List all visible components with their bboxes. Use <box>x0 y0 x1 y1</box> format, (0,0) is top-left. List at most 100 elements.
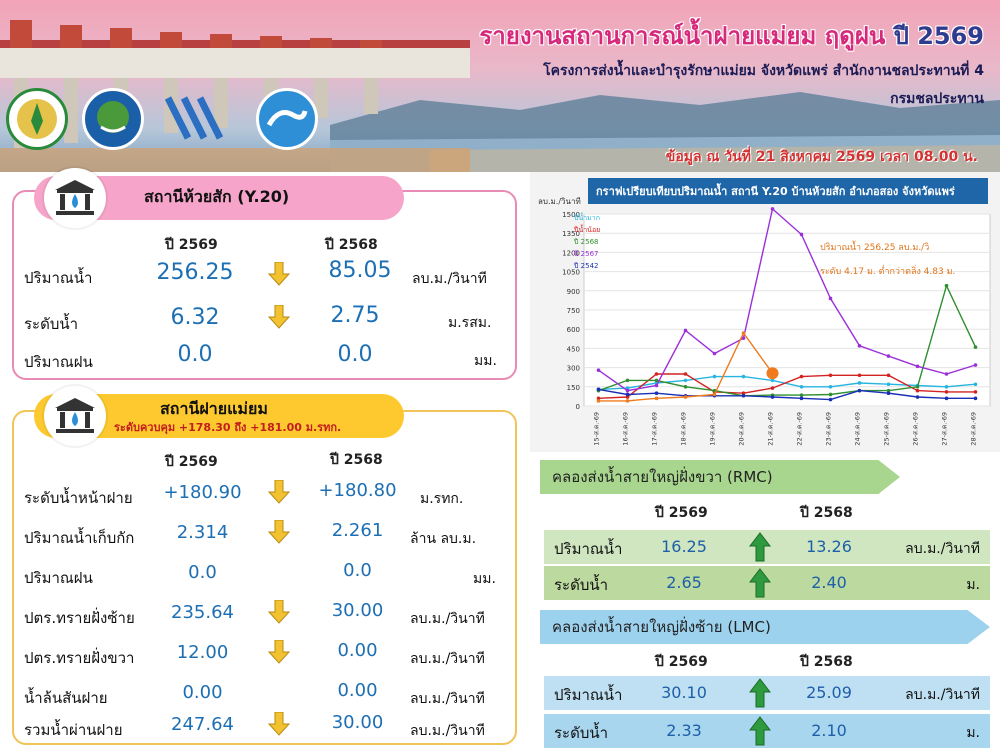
data-point <box>886 354 891 358</box>
value-current: 6.32 <box>170 305 220 330</box>
down-arrow-icon <box>268 640 290 664</box>
row-label: ปตร.ทรายฝั่งซ้าย <box>24 609 135 627</box>
data-point <box>828 385 833 389</box>
rmc-canal-banner: คลองส่งน้ำสายใหญ่ฝั่งขวา (RMC) <box>540 460 900 494</box>
data-point <box>683 328 688 333</box>
value-previous: 0.0 <box>337 342 373 367</box>
down-arrow-icon <box>268 712 290 736</box>
value-previous: 2.10 <box>811 721 847 740</box>
x-tick-label: 28-ส.ค.-69 <box>970 412 978 446</box>
value-current: 0.0 <box>177 342 213 367</box>
down-arrow-icon <box>268 305 290 329</box>
chart-canvas: ลบ.ม./วินาที0150300450600750900105012001… <box>538 197 991 446</box>
data-point <box>596 368 601 372</box>
data-point <box>741 374 746 379</box>
rmc-year-current: ปี 2569 <box>655 505 708 521</box>
row-label: ปริมาณน้ำเก็บกัก <box>24 529 135 547</box>
y-axis-label: ลบ.ม./วินาที <box>538 197 581 206</box>
row-label: ปริมาณน้ำ <box>24 269 93 287</box>
data-point <box>828 296 833 301</box>
down-arrow-icon <box>268 262 290 286</box>
station-maeyom-weir-badge: สถานีฝายแม่ยม ระดับควบคุม +178.30 ถึง +1… <box>34 386 404 446</box>
unit-label: มม. <box>473 571 496 587</box>
data-point <box>944 385 949 389</box>
data-point <box>712 351 717 356</box>
x-tick-label: 16-ส.ค.-69 <box>622 412 630 446</box>
data-point <box>712 374 717 379</box>
value-previous: 13.26 <box>806 537 852 556</box>
project-subtitle: โครงการส่งน้ำและบำรุงรักษาแม่ยม จังหวัดแ… <box>543 63 984 79</box>
data-point <box>770 395 775 399</box>
value-previous: 2.261 <box>331 520 384 541</box>
data-point <box>654 396 659 401</box>
value-previous: 0.00 <box>337 680 378 701</box>
data-point <box>712 392 717 397</box>
data-point <box>915 364 920 369</box>
data-point <box>683 378 688 383</box>
data-point <box>886 373 891 378</box>
data-point <box>886 391 891 395</box>
data-point <box>770 386 775 390</box>
x-tick-label: 17-ส.ค.-69 <box>651 412 659 446</box>
value-previous: 30.00 <box>331 600 384 621</box>
unit-label: ม.รสม. <box>448 315 492 331</box>
row-label: ระดับน้ำ <box>554 576 609 594</box>
value-previous: 0.00 <box>337 640 378 661</box>
unit-label: ลบ.ม./วินาที <box>410 651 485 667</box>
value-current: 247.64 <box>171 714 234 735</box>
unit-label: ลบ.ม./วินาที <box>410 691 485 707</box>
flow-comparison-chart: ลบ.ม./วินาที 0 150 300 450 600 750 900 1050 1200 1… <box>530 172 1000 452</box>
station-building-icon <box>44 386 106 446</box>
down-arrow-icon <box>268 600 290 624</box>
y-tick-label: 300 <box>567 365 580 373</box>
station-huaysak-title: สถานีห้วยสัก (Y.20) <box>144 187 290 206</box>
unit-label: ม.รทก. <box>420 491 464 507</box>
y-tick-label: 600 <box>567 326 580 334</box>
department-name: กรมชลประทาน <box>890 91 984 107</box>
up-arrow-icon <box>749 716 771 746</box>
data-point <box>915 388 920 393</box>
y-tick-label: 450 <box>567 345 580 353</box>
data-point <box>944 283 949 288</box>
data-point <box>654 372 659 376</box>
data-point <box>944 372 949 376</box>
legend-entry: ปี 2542 <box>574 262 599 270</box>
row-label: ปริมาณน้ำ <box>554 540 623 558</box>
unit-label: ล้าน ลบ.ม. <box>410 531 477 547</box>
value-current: 12.00 <box>176 642 229 663</box>
lmc-row-flow: ปริมาณน้ำ 30.10 25.09 ลบ.ม./วินาที <box>544 676 990 710</box>
data-point <box>915 395 920 399</box>
legend-entry: ปี 2567 <box>574 250 599 258</box>
data-point <box>828 397 833 402</box>
up-arrow-icon <box>749 678 771 708</box>
header-banner: รายงานสถานการณ์น้ำฝายแม่ยม ฤดูฝน ปี 2569… <box>0 0 1000 172</box>
lmc-row-level: ระดับน้ำ 2.33 2.10 ม. <box>544 714 990 748</box>
value-current: 2.33 <box>666 721 702 740</box>
data-point <box>741 331 746 335</box>
x-tick-label: 22-ส.ค.-69 <box>796 412 804 446</box>
data-point <box>799 232 804 237</box>
logo-group <box>6 88 326 156</box>
lmc-year-previous: ปี 2568 <box>800 654 853 670</box>
unit-label: ลบ.ม./วินาที <box>410 611 485 627</box>
value-current: 256.25 <box>156 260 234 285</box>
data-point <box>770 207 775 211</box>
data-point <box>857 388 862 393</box>
value-previous: 85.05 <box>328 258 392 283</box>
data-point <box>886 382 891 387</box>
value-current: 2.65 <box>666 573 702 592</box>
data-point <box>799 393 804 397</box>
value-current: 2.314 <box>176 522 229 543</box>
row-label: ระดับน้ำ <box>24 315 79 333</box>
water-logo <box>164 88 226 150</box>
page-title: รายงานสถานการณ์น้ำฝายแม่ยม ฤดูฝน ปี 2569 <box>479 22 984 50</box>
value-current: 0.00 <box>182 682 223 703</box>
data-point <box>973 396 978 401</box>
data-point <box>683 395 688 399</box>
data-point <box>857 381 862 385</box>
data-point <box>828 392 833 397</box>
current-point-marker <box>766 367 779 380</box>
control-level-note: ระดับควบคุม +178.30 ถึง +181.00 ม.รทก. <box>114 421 342 434</box>
data-point <box>857 344 862 348</box>
station1-year-current: ปี 2569 <box>165 237 218 253</box>
